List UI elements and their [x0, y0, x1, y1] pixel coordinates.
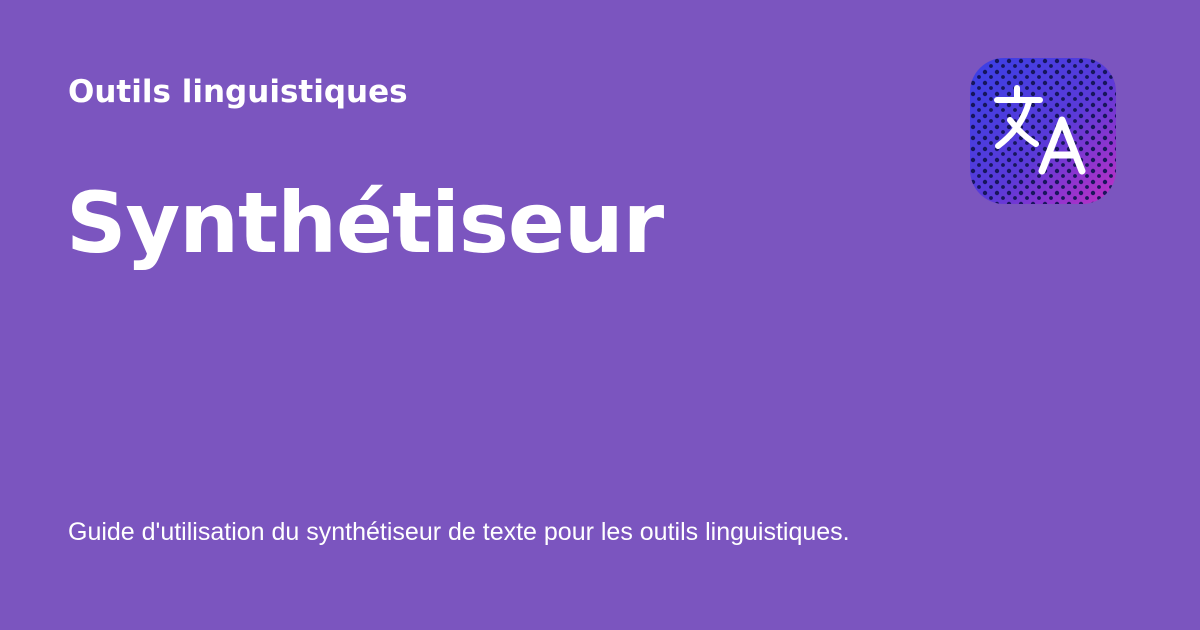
page-title: Synthétiseur [66, 174, 664, 272]
translate-icon [970, 58, 1116, 204]
category-label: Outils linguistiques [68, 74, 408, 110]
page-description: Guide d'utilisation du synthétiseur de t… [68, 518, 850, 546]
